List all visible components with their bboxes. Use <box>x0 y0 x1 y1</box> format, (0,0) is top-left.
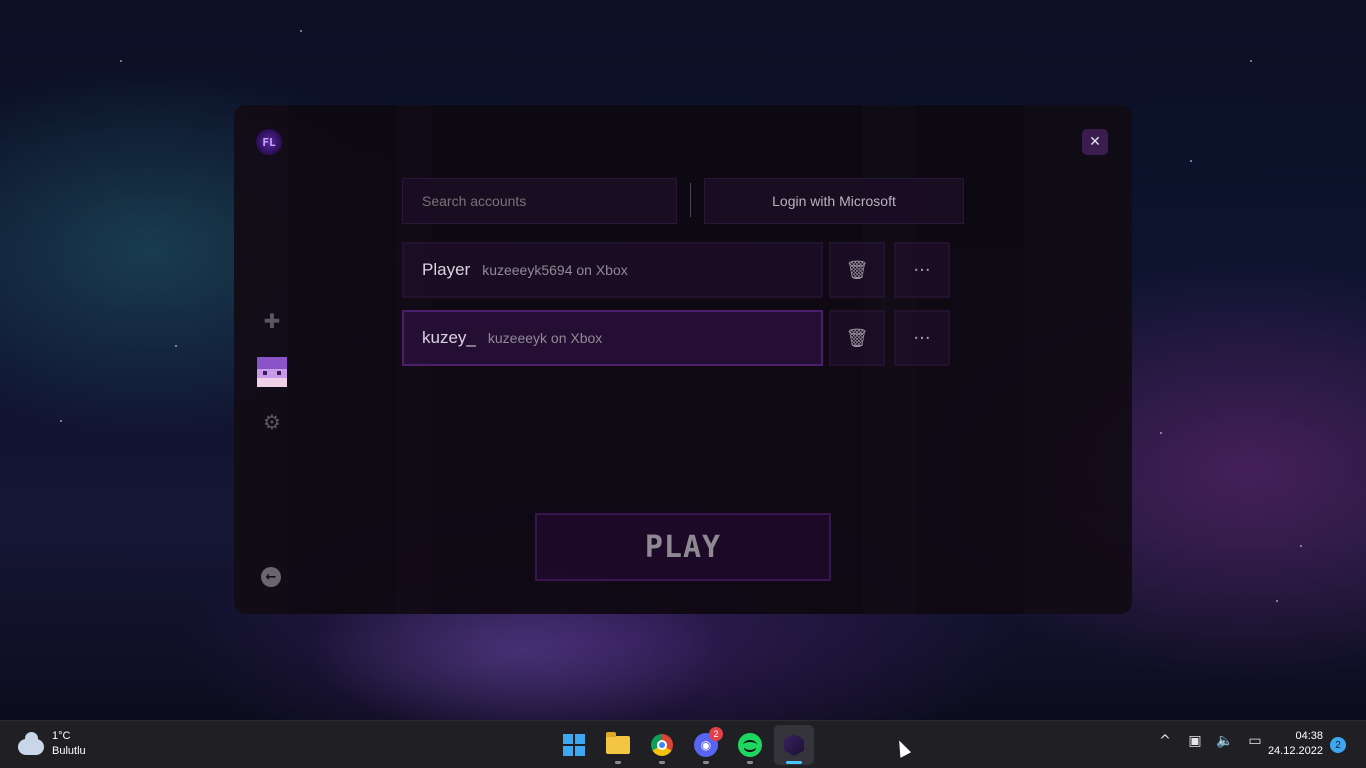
trash-icon: 🗑 <box>845 327 869 349</box>
windows-icon <box>563 734 585 756</box>
weather-condition: Bulutlu <box>52 745 86 757</box>
account-detail: kuzeeeyk on Xbox <box>487 330 603 346</box>
account-detail: kuzeeeyk5694 on Xbox <box>482 262 628 278</box>
search-accounts-input[interactable] <box>402 178 677 224</box>
account-name: kuzey_ <box>422 328 476 347</box>
weather-widget[interactable]: 1°C Bulutlu <box>18 729 86 759</box>
weather-temp: 1°C <box>52 730 71 742</box>
battery-icon[interactable]: ▭ <box>1246 733 1264 749</box>
gear-icon[interactable]: ⚙ <box>260 410 284 434</box>
taskbar-discord[interactable]: ◉ 2 <box>686 725 726 765</box>
start-button[interactable] <box>554 725 594 765</box>
clock[interactable]: 04:38 24.12.2022 <box>1268 729 1323 759</box>
close-button[interactable]: ✕ <box>1082 129 1108 155</box>
taskbar: 1°C Bulutlu ◉ 2 ^ ▣ 🔈 ▭ 04:38 24.12.2022… <box>0 720 1366 768</box>
play-button[interactable]: PLAY <box>535 513 831 581</box>
network-icon[interactable]: ▣ <box>1186 733 1204 749</box>
taskbar-file-explorer[interactable] <box>598 725 638 765</box>
more-options-button[interactable]: ··· <box>894 310 950 366</box>
cloud-icon <box>18 732 44 755</box>
close-icon: ✕ <box>1089 134 1101 150</box>
launcher-logo: FL <box>256 129 282 155</box>
account-row-selected[interactable]: kuzey_ kuzeeeyk on Xbox <box>402 310 823 366</box>
avatar[interactable] <box>257 357 287 387</box>
more-icon: ··· <box>913 259 931 281</box>
taskbar-chrome[interactable] <box>642 725 682 765</box>
spotify-icon <box>738 733 762 757</box>
clock-time: 04:38 <box>1295 730 1323 742</box>
notification-badge[interactable]: 2 <box>1330 737 1346 753</box>
discord-badge: 2 <box>709 727 723 741</box>
delete-account-button[interactable]: 🗑 <box>829 310 885 366</box>
volume-icon[interactable]: 🔈 <box>1216 733 1234 749</box>
puzzle-icon[interactable]: ✚ <box>260 309 284 333</box>
account-row[interactable]: Player kuzeeeyk5694 on Xbox <box>402 242 823 298</box>
chrome-icon <box>651 734 673 756</box>
taskbar-spotify[interactable] <box>730 725 770 765</box>
back-arrow-icon[interactable]: ← <box>261 567 281 587</box>
system-tray: ^ ▣ 🔈 ▭ <box>1156 733 1264 749</box>
chevron-up-icon[interactable]: ^ <box>1156 733 1174 749</box>
more-options-button[interactable]: ··· <box>894 242 950 298</box>
taskbar-launcher[interactable] <box>774 725 814 765</box>
clock-date: 24.12.2022 <box>1267 745 1323 757</box>
delete-account-button[interactable]: 🗑 <box>829 242 885 298</box>
login-microsoft-button[interactable]: Login with Microsoft <box>704 178 964 224</box>
launcher-window: FL ✕ ✚ ⚙ ← Login with Microsoft Player k… <box>234 105 1132 614</box>
divider <box>690 183 691 217</box>
launcher-cube-icon <box>784 734 804 756</box>
more-icon: ··· <box>913 327 931 349</box>
trash-icon: 🗑 <box>845 259 869 281</box>
folder-icon <box>606 732 630 754</box>
account-name: Player <box>422 260 471 279</box>
